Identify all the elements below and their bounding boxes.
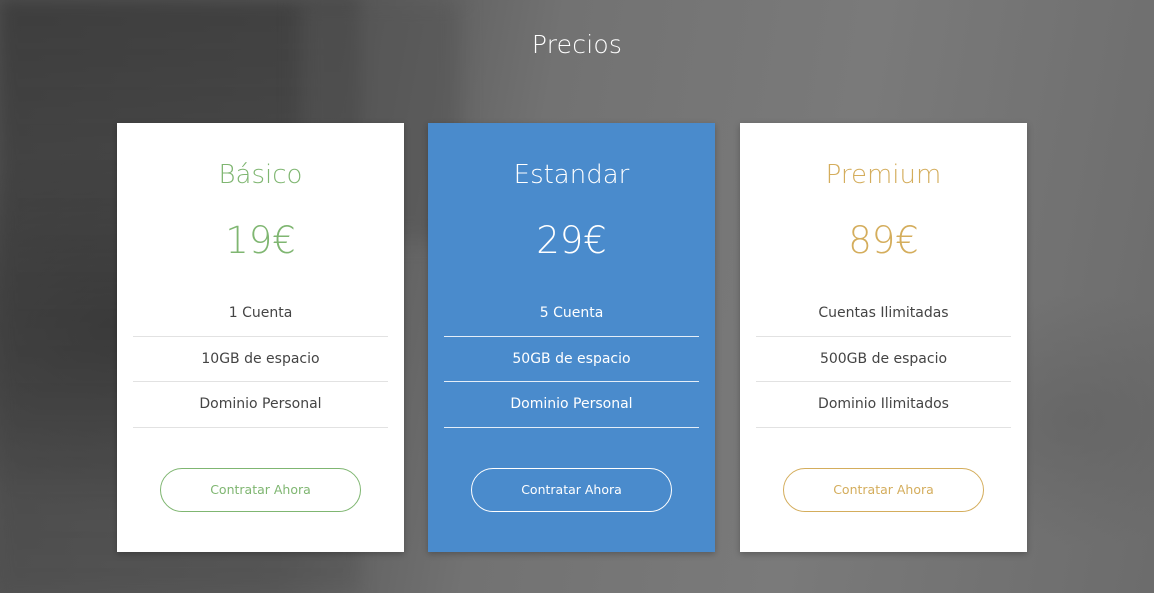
feature-list: Cuentas Ilimitadas 500GB de espacio Domi… [756,291,1011,428]
feature-item: 500GB de espacio [756,337,1011,382]
contract-button-basic[interactable]: Contratar Ahora [160,468,361,512]
feature-list: 5 Cuenta 50GB de espacio Dominio Persona… [444,291,699,428]
plan-name: Estandar [513,160,630,190]
feature-item: Dominio Ilimitados [756,382,1011,428]
feature-item: Dominio Personal [133,382,388,428]
plan-name: Premium [825,160,942,190]
feature-item: 50GB de espacio [444,337,699,382]
feature-item: 1 Cuenta [133,291,388,337]
pricing-card-standard: Estandar 29€ 5 Cuenta 50GB de espacio Do… [428,123,715,552]
page-title: Precios [531,30,623,59]
plan-price: 29€ [536,219,607,262]
contract-button-premium[interactable]: Contratar Ahora [783,468,984,512]
plan-name: Básico [218,160,303,190]
contract-button-standard[interactable]: Contratar Ahora [471,468,672,512]
feature-item: 5 Cuenta [444,291,699,337]
feature-item: Cuentas Ilimitadas [756,291,1011,337]
feature-item: 10GB de espacio [133,337,388,382]
plan-price: 19€ [225,219,296,262]
plan-price: 89€ [848,219,919,262]
pricing-card-premium: Premium 89€ Cuentas Ilimitadas 500GB de … [740,123,1027,552]
feature-item: Dominio Personal [444,382,699,428]
feature-list: 1 Cuenta 10GB de espacio Dominio Persona… [133,291,388,428]
pricing-card-basic: Básico 19€ 1 Cuenta 10GB de espacio Domi… [117,123,404,552]
